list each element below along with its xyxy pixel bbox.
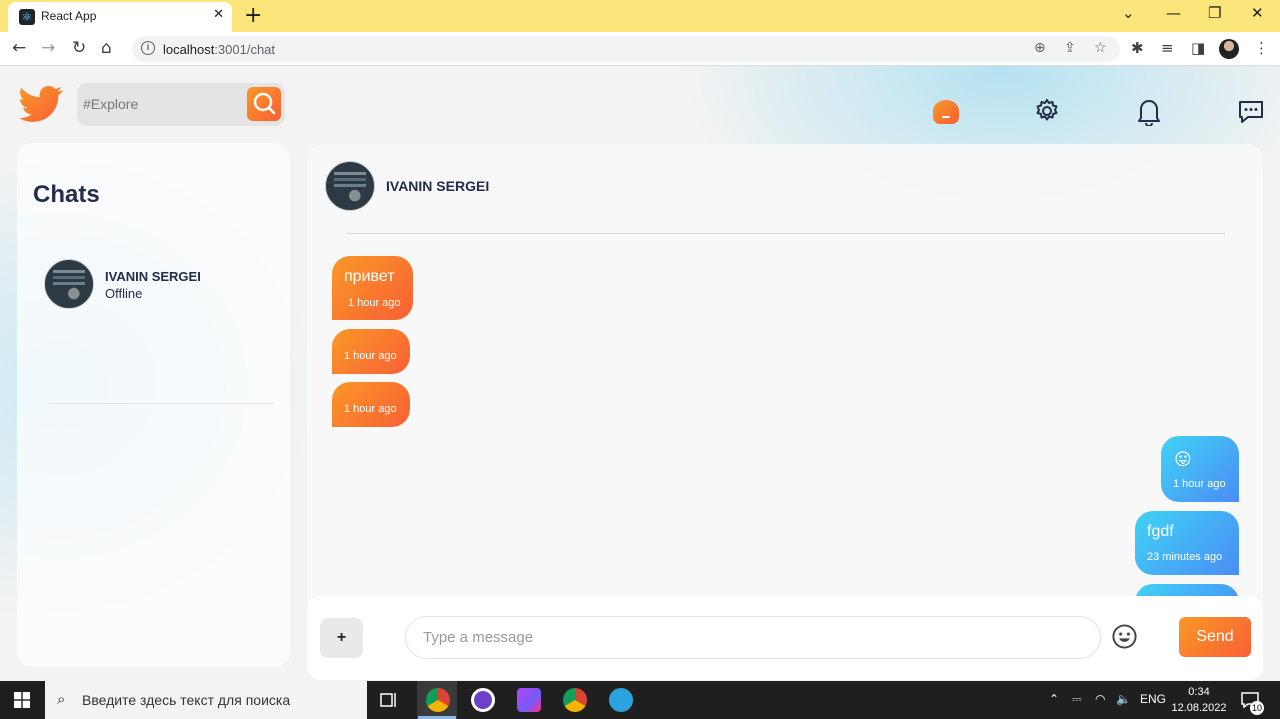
zoom-icon[interactable]: ⊕ <box>1034 40 1046 56</box>
notifications-bell-icon[interactable] <box>1134 96 1164 126</box>
conversation-name: IVANIN SERGEI <box>105 269 201 284</box>
clock-time: 0:34 <box>1188 686 1210 698</box>
taskbar-search[interactable]: ⌕ Введите здесь текст для поиска <box>45 681 367 719</box>
send-button[interactable]: Send <box>1179 617 1251 657</box>
conversation-status: Offline <box>105 286 143 301</box>
telegram-taskbar-icon[interactable] <box>609 688 633 712</box>
notification-count-badge: 10 <box>1250 701 1265 715</box>
message-time: 1 hour ago <box>1173 478 1226 490</box>
new-tab-button[interactable]: + <box>244 3 262 28</box>
profile-avatar[interactable] <box>1219 39 1239 59</box>
explore-search-input[interactable] <box>83 93 243 115</box>
browser-tab[interactable]: ⚛ React App ✕ <box>8 2 232 32</box>
side-panel-icon[interactable]: ◨ <box>1191 39 1205 57</box>
conversation-item[interactable]: IVANIN SERGEI Offline <box>44 257 259 313</box>
tab-title: React App <box>41 9 97 23</box>
chats-sidebar: Chats IVANIN SERGEI Offline <box>17 143 290 667</box>
message-input-placeholder: Type a message <box>423 629 534 646</box>
browser-toolbar: ← → ↻ ⌂ i localhost:3001/chat ⊕ ⇪ ☆ ✱ ≡ … <box>0 32 1280 66</box>
volume-icon[interactable]: 🔈 <box>1116 692 1131 706</box>
tray-overflow-chevron-icon[interactable]: ⌃ <box>1049 692 1059 706</box>
windows-taskbar: ⌕ Введите здесь текст для поиска ⌃ ⎓ ◠ 🔈… <box>0 681 1280 719</box>
search-icon: ⌕ <box>57 690 66 708</box>
reload-icon[interactable]: ↻ <box>72 38 86 58</box>
url-text: localhost:3001/chat <box>163 42 276 57</box>
message-time: 23 minutes ago <box>1147 551 1223 563</box>
back-arrow-icon[interactable]: ← <box>12 38 26 58</box>
minimize-button[interactable]: — <box>1166 4 1181 22</box>
app-viewport: Chats IVANIN SERGEI Offline IVANIN SERGE… <box>0 66 1280 681</box>
browser-titlebar: ⚛ React App ✕ + ⌄ — ❐ ✕ <box>0 0 1280 32</box>
bookmark-star-icon[interactable]: ☆ <box>1094 40 1107 56</box>
message-time: 1 hour ago <box>344 350 397 362</box>
share-icon[interactable]: ⇪ <box>1064 40 1076 56</box>
tab-search-chevron-icon[interactable]: ⌄ <box>1122 4 1135 22</box>
chat-contact-avatar[interactable] <box>325 161 375 211</box>
message-time: 1 hour ago <box>344 403 397 415</box>
message-bubble-incoming: привет 1 hour ago <box>332 256 413 320</box>
search-icon <box>253 92 276 115</box>
message-input[interactable]: Type a message <box>405 616 1101 659</box>
reading-list-icon[interactable]: ≡ <box>1161 39 1174 57</box>
chat-header-divider <box>346 233 1225 234</box>
home-icon[interactable]: ⌂ <box>101 38 112 58</box>
emoji-picker-icon[interactable] <box>1111 623 1138 650</box>
network-adapter-icon[interactable]: ⎓ <box>1072 692 1082 707</box>
react-favicon-icon: ⚛ <box>19 9 35 25</box>
close-tab-icon[interactable]: ✕ <box>213 7 224 22</box>
github-desktop-taskbar-icon[interactable] <box>471 688 495 712</box>
language-indicator[interactable]: ENG <box>1140 692 1166 706</box>
taskbar-clock[interactable]: 0:34 12.08.2022 <box>1170 684 1228 716</box>
browser-menu-icon[interactable]: ⋮ <box>1254 39 1269 57</box>
twitter-bird-logo-icon[interactable] <box>16 82 66 126</box>
chrome-profile-taskbar-icon[interactable] <box>563 688 587 712</box>
message-bubble-outgoing: 😛 1 hour ago <box>1161 436 1239 502</box>
address-bar[interactable]: i localhost:3001/chat ⊕ ⇪ ☆ <box>132 36 1120 62</box>
messages-chat-icon[interactable] <box>1236 96 1266 126</box>
message-emoji: 😛 <box>1174 450 1192 470</box>
message-time: 1 hour ago <box>348 297 401 309</box>
attach-button[interactable]: + <box>320 618 363 658</box>
taskbar-search-placeholder: Введите здесь текст для поиска <box>82 692 291 708</box>
message-bubble-outgoing: fgdf 23 minutes ago <box>1135 511 1239 575</box>
maximize-button[interactable]: ❐ <box>1208 4 1221 22</box>
message-text: привет <box>344 268 395 285</box>
conversation-divider <box>49 403 274 404</box>
search-button[interactable] <box>247 87 281 121</box>
windows-start-icon[interactable] <box>14 692 30 708</box>
chats-title: Chats <box>33 181 100 208</box>
message-composer: + Type a message Send <box>307 596 1263 680</box>
clock-date: 12.08.2022 <box>1171 702 1227 714</box>
contact-avatar <box>44 259 94 309</box>
wifi-icon[interactable]: ◠ <box>1095 692 1105 706</box>
explore-search <box>77 83 285 126</box>
chat-contact-name: IVANIN SERGEI <box>386 178 490 194</box>
forward-arrow-icon[interactable]: → <box>41 38 55 58</box>
close-window-button[interactable]: ✕ <box>1251 4 1264 22</box>
message-bubble-incoming: 1 hour ago <box>332 382 410 427</box>
site-info-icon[interactable]: i <box>141 41 155 55</box>
message-bubble-incoming: 1 hour ago <box>332 329 410 374</box>
home-nav-icon[interactable] <box>931 96 961 126</box>
extensions-puzzle-icon[interactable]: ✱ <box>1131 39 1144 57</box>
task-view-icon[interactable] <box>380 691 398 709</box>
message-text: fgdf <box>1147 523 1174 540</box>
chrome-taskbar-icon[interactable] <box>426 688 450 712</box>
phpstorm-taskbar-icon[interactable] <box>517 688 541 712</box>
settings-gear-icon[interactable] <box>1032 96 1062 126</box>
